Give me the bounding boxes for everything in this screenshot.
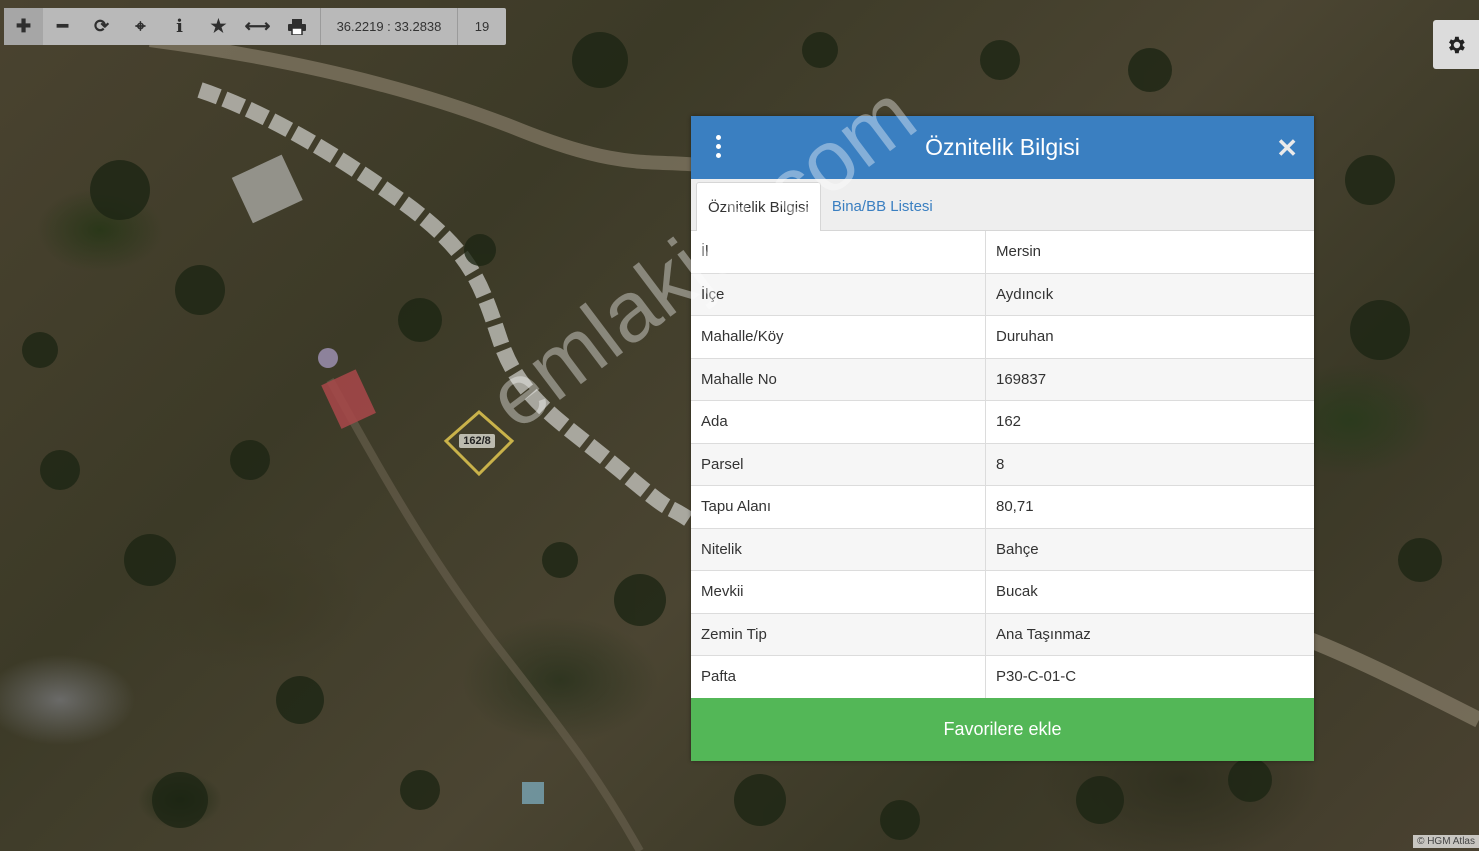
row-value: 8: [985, 443, 1314, 486]
zoom-in-button[interactable]: ✚: [4, 8, 43, 45]
plus-icon: ✚: [15, 16, 32, 36]
locate-button[interactable]: ⌖: [121, 8, 160, 45]
row-value: Mersin: [985, 231, 1314, 274]
row-value: Duruhan: [985, 315, 1314, 359]
row-value: Aydıncık: [985, 273, 1314, 316]
row-key: Pafta: [691, 655, 986, 699]
zoom-out-button[interactable]: ━: [43, 8, 82, 45]
row-value: Bahçe: [985, 528, 1314, 571]
row-value: 80,71: [985, 485, 1314, 529]
zoom-level: 19: [474, 19, 490, 34]
crosshair-icon: ⌖: [135, 16, 146, 36]
row-value: Ana Taşınmaz: [985, 613, 1314, 656]
table-row: Ada 162: [691, 400, 1314, 444]
row-key: Ada: [691, 400, 986, 444]
info-button[interactable]: i: [160, 8, 199, 45]
refresh-button[interactable]: ⟳: [82, 8, 121, 45]
row-value: 169837: [985, 358, 1314, 401]
settings-button[interactable]: [1433, 20, 1479, 69]
row-key: Parsel: [691, 443, 986, 486]
panel-tabs: Öznitelik Bilgisi Bina/BB Listesi: [691, 179, 1314, 231]
minus-icon: ━: [57, 16, 68, 36]
table-row: Nitelik Bahçe: [691, 528, 1314, 571]
measure-button[interactable]: ⟷: [238, 8, 277, 45]
panel-title: Öznitelik Bilgisi: [925, 134, 1080, 160]
add-favorite-button[interactable]: Favorilere ekle: [691, 698, 1314, 761]
gear-icon: [1449, 36, 1465, 53]
row-value: 162: [985, 400, 1314, 444]
table-row: Mahalle No 169837: [691, 358, 1314, 401]
arrows-horizontal-icon: ⟷: [244, 16, 271, 36]
tab-building-list[interactable]: Bina/BB Listesi: [821, 182, 944, 230]
attribute-table: İl Mersin İlçe Aydıncık Mahalle/Köy Duruhan…: [691, 231, 1314, 699]
table-row: İl Mersin: [691, 231, 1314, 274]
row-key: Mahalle/Köy: [691, 315, 986, 359]
row-key: Nitelik: [691, 528, 986, 571]
table-row: Zemin Tip Ana Taşınmaz: [691, 613, 1314, 656]
print-button[interactable]: [277, 8, 316, 45]
favorite-button[interactable]: ★: [199, 8, 238, 45]
row-value: Bucak: [985, 570, 1314, 614]
row-key: Tapu Alanı: [691, 485, 986, 529]
parcel-label: 162/8: [459, 434, 495, 448]
row-key: Zemin Tip: [691, 613, 986, 656]
tab-attributes[interactable]: Öznitelik Bilgisi: [696, 182, 821, 231]
table-row: Mevkii Bucak: [691, 570, 1314, 614]
row-value: P30-C-01-C: [985, 655, 1314, 699]
vertical-dots-icon[interactable]: [713, 135, 727, 161]
table-row: Parsel 8: [691, 443, 1314, 486]
map-toolbar: ✚ ━ ⟳ ⌖ i ★ ⟷ 36.2219 : 33.2838 19: [4, 8, 506, 45]
close-icon[interactable]: ✕: [1276, 133, 1298, 164]
attribute-panel: Öznitelik Bilgisi ✕ Öznitelik Bilgisi Bi…: [691, 116, 1314, 761]
coordinate-readout: 36.2219 : 33.2838: [320, 8, 458, 45]
table-row: Pafta P30-C-01-C: [691, 655, 1314, 699]
map-attribution: © HGM Atlas: [1413, 835, 1479, 848]
table-row: Mahalle/Köy Duruhan: [691, 315, 1314, 359]
row-key: İlçe: [691, 273, 986, 316]
panel-header: Öznitelik Bilgisi ✕: [691, 116, 1314, 179]
table-row: İlçe Aydıncık: [691, 273, 1314, 316]
printer-icon: [287, 18, 306, 35]
info-icon: i: [176, 16, 183, 37]
row-key: Mahalle No: [691, 358, 986, 401]
row-key: Mevkii: [691, 570, 986, 614]
star-icon: ★: [210, 16, 227, 36]
refresh-icon: ⟳: [93, 16, 110, 36]
row-key: İl: [691, 231, 986, 274]
table-row: Tapu Alanı 80,71: [691, 485, 1314, 529]
